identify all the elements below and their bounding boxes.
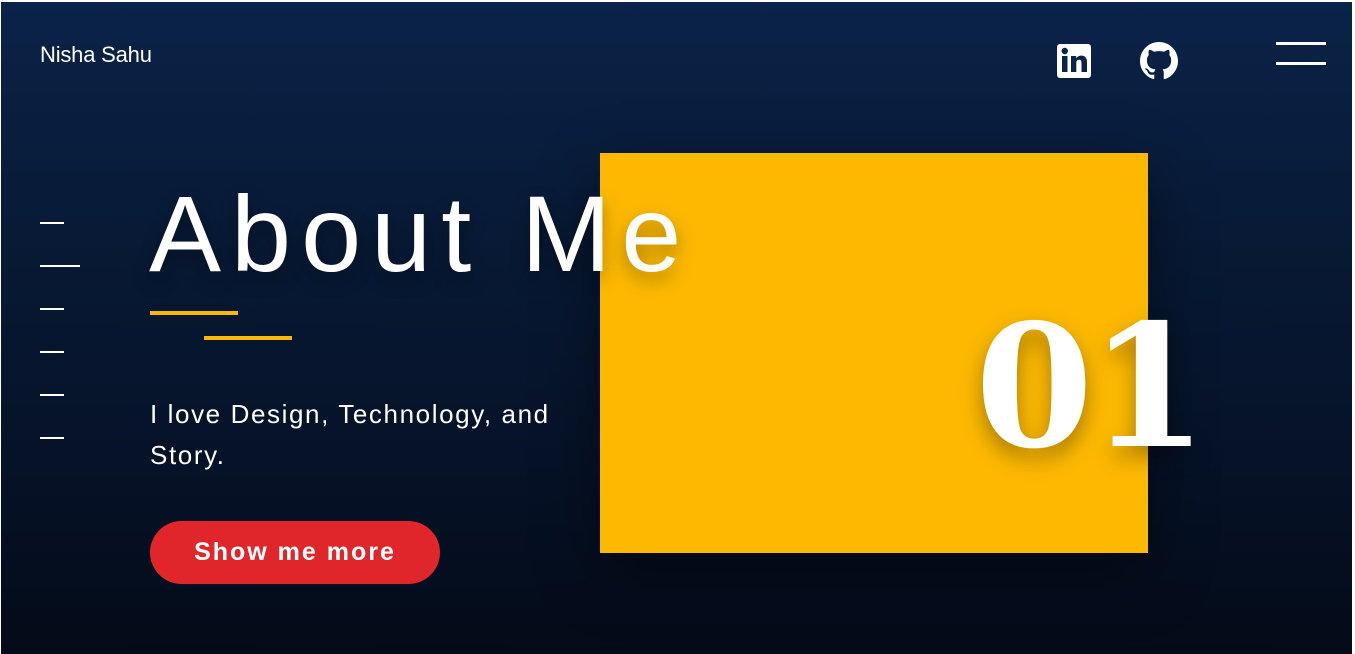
section-nav-item-4[interactable] — [40, 351, 64, 353]
page-frame: Nisha Sahu About Me I love Design, Techn… — [0, 0, 1355, 654]
title-underline-top — [150, 311, 238, 315]
title-underline-bottom — [204, 336, 292, 340]
page-title: About Me — [149, 173, 692, 294]
section-nav-item-3[interactable] — [40, 308, 64, 310]
tagline: I love Design, Technology, and Story. — [150, 399, 550, 470]
section-nav-item-6[interactable] — [40, 437, 64, 439]
hamburger-menu-icon[interactable] — [1276, 40, 1328, 68]
brand-name[interactable]: Nisha Sahu — [40, 42, 152, 68]
section-number: 01 — [975, 287, 1208, 487]
menu-line — [1276, 62, 1326, 65]
github-icon[interactable] — [1140, 42, 1178, 80]
linkedin-icon[interactable] — [1057, 44, 1091, 78]
hero-section: Nisha Sahu About Me I love Design, Techn… — [1, 2, 1352, 654]
section-nav-item-1[interactable] — [40, 222, 64, 224]
show-more-button[interactable]: Show me more — [150, 521, 440, 584]
menu-line — [1276, 42, 1326, 45]
section-nav-item-5[interactable] — [40, 394, 64, 396]
section-nav — [40, 222, 84, 452]
section-nav-item-2[interactable] — [40, 265, 80, 267]
